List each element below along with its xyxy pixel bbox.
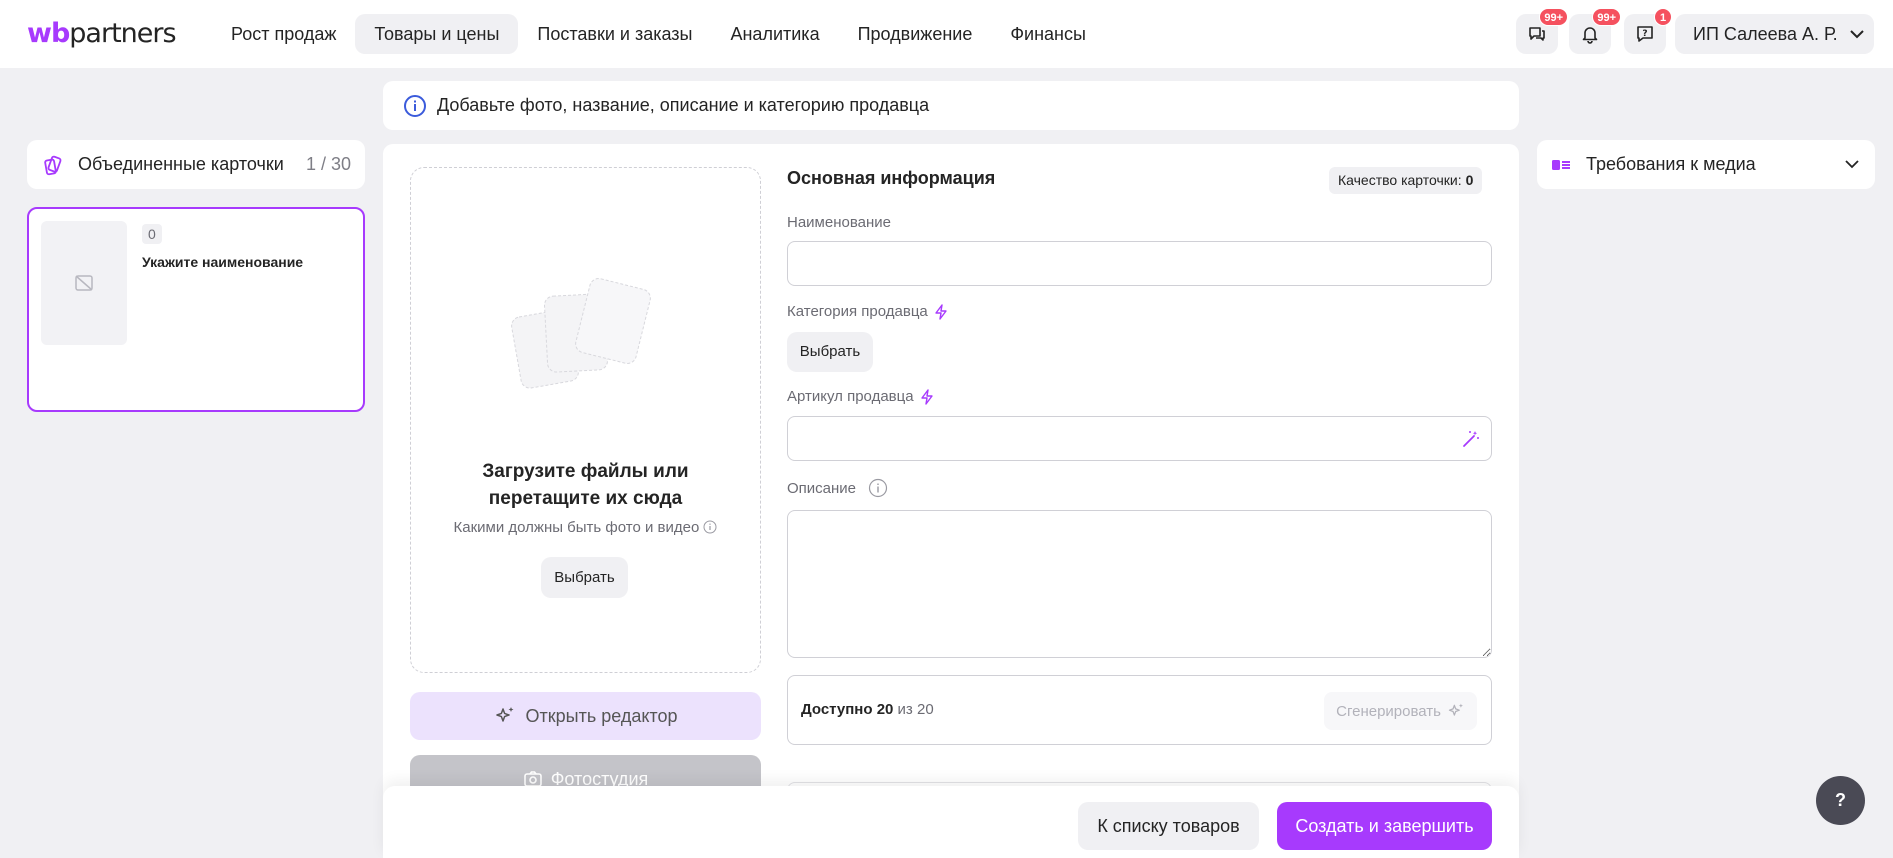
merged-cards-icon [44, 155, 62, 175]
chat-icon [1529, 27, 1545, 41]
nav-item-analytics[interactable]: Аналитика [711, 14, 838, 54]
category-label-text: Категория продавца [787, 303, 928, 320]
nav-item-supplies-orders[interactable]: Поставки и заказы [518, 14, 711, 54]
help-button[interactable]: ? [1816, 776, 1865, 825]
upload-requirements-link[interactable]: Какими должны быть фото и видео [411, 519, 760, 536]
nav-item-products-prices[interactable]: Товары и цены [355, 14, 519, 54]
main-nav: Рост продаж Товары и цены Поставки и зак… [212, 14, 1105, 54]
chat-button[interactable]: 99+ [1516, 8, 1568, 54]
nav-item-finance[interactable]: Финансы [991, 14, 1105, 54]
magic-wand-icon[interactable] [1461, 429, 1481, 449]
open-editor-button[interactable]: Открыть редактор [410, 692, 761, 740]
merged-cards-count: 1 / 30 [305, 154, 351, 174]
lightning-icon [935, 303, 947, 320]
info-icon [404, 94, 426, 117]
top-header: wbpartners Рост продаж Товары и цены Пос… [0, 0, 1893, 68]
card-quality-indicator: Качество карточки: 0 [1329, 167, 1483, 194]
category-choose-button[interactable]: Выбрать [787, 332, 873, 372]
merged-cards-header[interactable]: Объединенные карточки 1 / 30 [27, 140, 365, 189]
article-input[interactable] [787, 416, 1492, 461]
sparkles-icon [495, 707, 513, 722]
description-label-text: Описание [787, 479, 857, 497]
user-name: ИП Салеева А. Р. [1693, 23, 1838, 44]
article-label-text: Артикул продавца [787, 388, 914, 405]
support-chat-icon: ? [1637, 26, 1653, 42]
gen-total: из 20 [897, 701, 934, 718]
name-input[interactable] [787, 241, 1492, 286]
media-upload-dropzone[interactable]: Загрузите файлы или перетащите их сюда К… [410, 167, 761, 673]
back-to-list-button[interactable]: К списку товаров [1078, 802, 1259, 850]
chat-badge: 99+ [1539, 8, 1568, 26]
generation-available: Доступно 20 из 20 [801, 701, 934, 718]
generate-label: Сгенерировать [1336, 702, 1441, 720]
chevron-down-icon [1849, 30, 1864, 39]
logo-partners: partners [69, 18, 176, 49]
generate-button[interactable]: Сгенерировать [1324, 692, 1477, 730]
ai-generation-box: Доступно 20 из 20 Сгенерировать [787, 675, 1492, 745]
upload-choose-button[interactable]: Выбрать [541, 557, 628, 598]
bottom-action-bar: К списку товаров Создать и завершить [383, 786, 1519, 858]
name-label: Наименование [787, 214, 891, 231]
description-textarea[interactable] [787, 510, 1492, 658]
quality-value: 0 [1465, 172, 1474, 188]
media-requirements-title: Требования к медиа [1586, 154, 1756, 174]
card-thumbnail [41, 221, 127, 345]
gen-available-count: Доступно 20 [801, 701, 894, 718]
lightning-icon [920, 388, 933, 405]
article-label: Артикул продавца [787, 388, 934, 405]
section-title: Основная информация [787, 168, 996, 188]
support-badge: 1 [1654, 8, 1672, 26]
upload-title: Загрузите файлы или перетащите их сюда [482, 461, 689, 509]
bell-icon [1582, 27, 1598, 44]
quality-label: Качество карточки: [1338, 172, 1462, 188]
info-icon[interactable] [868, 478, 888, 498]
notifications-badge: 99+ [1592, 8, 1621, 26]
name-label-text: Наименование [787, 214, 891, 231]
nav-item-promotion[interactable]: Продвижение [839, 14, 992, 54]
upload-subtitle: Какими должны быть фото и видео [453, 519, 700, 536]
logo-wb: wb [27, 18, 70, 49]
info-banner: Добавьте фото, название, описание и кате… [383, 81, 1519, 130]
chevron-down-icon [1845, 160, 1859, 169]
nav-item-sales-growth[interactable]: Рост продаж [212, 14, 355, 54]
create-and-finish-button[interactable]: Создать и завершить [1277, 802, 1492, 850]
svg-text:?: ? [1642, 29, 1647, 39]
main-form-panel: Загрузите файлы или перетащите их сюда К… [383, 144, 1519, 858]
media-list-icon [1552, 159, 1570, 170]
product-card[interactable]: 0 Укажите наименование [27, 207, 365, 412]
merged-cards-title: Объединенные карточки [78, 154, 284, 174]
card-name: Укажите наименование [142, 254, 304, 270]
banner-text: Добавьте фото, название, описание и кате… [437, 95, 930, 115]
user-menu[interactable]: ИП Салеева А. Р. [1675, 14, 1874, 54]
media-requirements-accordion[interactable]: Требования к медиа [1537, 140, 1875, 189]
info-icon [703, 520, 717, 534]
sparkles-icon [1448, 703, 1463, 716]
open-editor-label: Открыть редактор [525, 705, 678, 726]
logo[interactable]: wbpartners [27, 18, 177, 49]
photos-placeholder-icon [511, 278, 651, 389]
card-quality-badge: 0 [142, 224, 162, 244]
no-image-icon [75, 275, 93, 291]
description-label: Описание [787, 478, 888, 498]
category-label: Категория продавца [787, 303, 948, 320]
support-button[interactable]: ? 1 [1624, 8, 1672, 54]
notifications-button[interactable]: 99+ [1569, 8, 1621, 54]
